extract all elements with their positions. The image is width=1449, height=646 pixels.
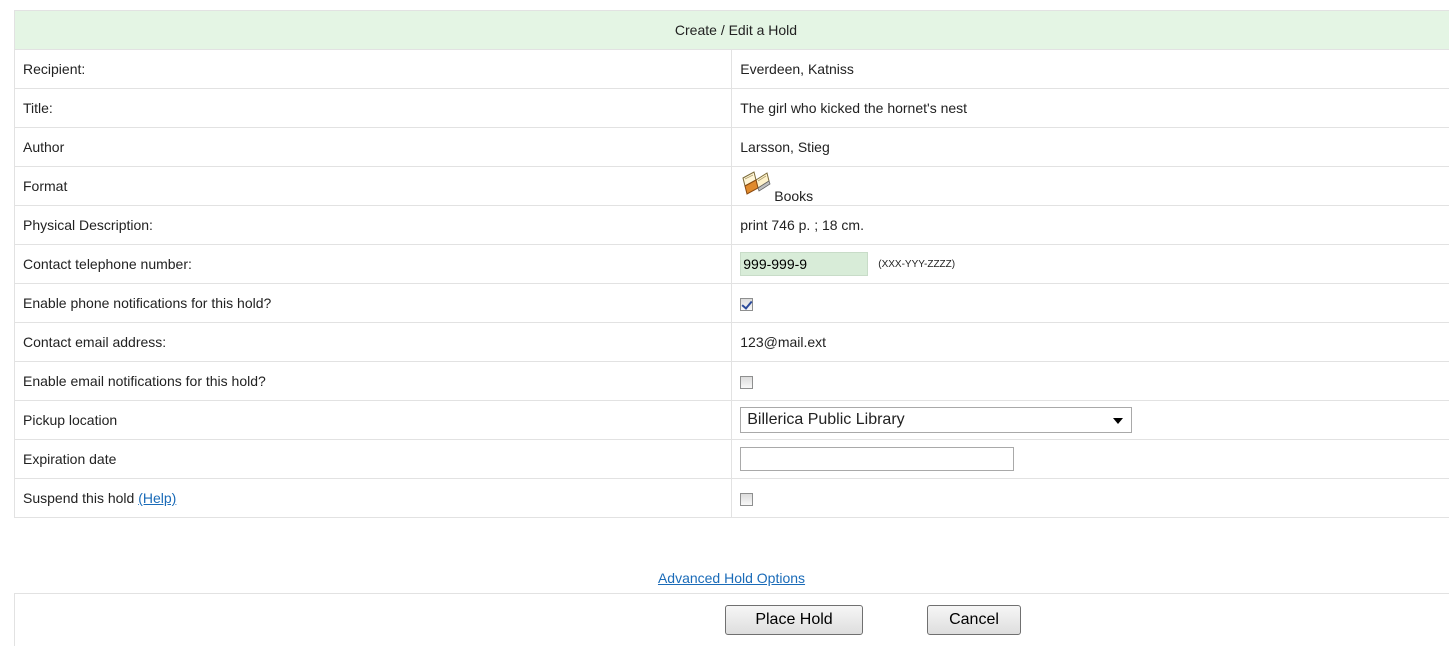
hold-header-row: Create / Edit a Hold [14, 10, 1449, 50]
hold-form: Create / Edit a Hold Recipient: Everdeen… [13, 10, 1449, 586]
phone-notify-row: Enable phone notifications for this hold… [13, 283, 1449, 323]
physical-description-row: Physical Description: print 746 p. ; 18 … [13, 205, 1449, 245]
email-notify-cell [731, 361, 1449, 401]
phone-cell: (XXX-YYY-ZZZZ) [731, 244, 1449, 284]
physical-description-label: Physical Description: [13, 205, 732, 245]
suspend-label-cell: Suspend this hold (Help) [13, 478, 732, 518]
phone-label: Contact telephone number: [13, 244, 732, 284]
title-label: Title: [13, 88, 732, 128]
suspend-row: Suspend this hold (Help) [13, 478, 1449, 518]
title-value: The girl who kicked the hornet's nest [731, 88, 1449, 128]
expiration-label: Expiration date [13, 439, 732, 479]
email-notify-checkbox[interactable] [740, 375, 754, 389]
suspend-cell [731, 478, 1449, 518]
expiration-cell [731, 439, 1449, 479]
email-label: Contact email address: [13, 322, 732, 362]
advanced-hold-options-link[interactable]: Advanced Hold Options [658, 570, 805, 586]
suspend-checkbox[interactable] [740, 492, 754, 506]
expiration-date-input[interactable] [740, 447, 1015, 471]
recipient-row: Recipient: Everdeen, Katniss [13, 49, 1449, 89]
format-value: Books [774, 188, 814, 204]
email-notify-label: Enable email notifications for this hold… [13, 361, 732, 401]
cancel-button[interactable]: Cancel [927, 605, 1021, 635]
hold-table: Create / Edit a Hold Recipient: Everdeen… [13, 10, 1449, 518]
email-value: 123@mail.ext [731, 322, 1449, 362]
author-value: Larsson, Stieg [731, 127, 1449, 167]
email-notify-row: Enable email notifications for this hold… [13, 361, 1449, 401]
physical-description-value: print 746 p. ; 18 cm. [731, 205, 1449, 245]
book-icon [740, 168, 772, 196]
advanced-options-container: Advanced Hold Options [14, 570, 1449, 586]
phone-notify-cell [731, 283, 1449, 323]
phone-row: Contact telephone number: (XXX-YYY-ZZZZ) [13, 244, 1449, 284]
phone-format-hint: (XXX-YYY-ZZZZ) [878, 258, 956, 270]
pickup-location-select[interactable]: Billerica Public Library [740, 407, 1133, 433]
pickup-location-value: Billerica Public Library [747, 411, 905, 428]
phone-input[interactable] [740, 252, 869, 276]
chevron-down-icon [1113, 418, 1124, 424]
recipient-value: Everdeen, Katniss [731, 49, 1449, 89]
pickup-cell: Billerica Public Library [731, 400, 1449, 440]
format-row: Format Books [13, 166, 1449, 206]
phone-notify-checkbox[interactable] [740, 297, 754, 311]
expiration-row: Expiration date [13, 439, 1449, 479]
author-row: Author Larsson, Stieg [13, 127, 1449, 167]
place-hold-button[interactable]: Place Hold [725, 605, 863, 635]
recipient-label: Recipient: [13, 49, 732, 89]
author-label: Author [13, 127, 732, 167]
email-row: Contact email address: 123@mail.ext [13, 322, 1449, 362]
form-title: Create / Edit a Hold [14, 10, 1449, 50]
suspend-help-link[interactable]: (Help) [138, 490, 176, 506]
format-cell: Books [731, 166, 1449, 206]
format-label: Format [13, 166, 732, 206]
pickup-row: Pickup location Billerica Public Library [13, 400, 1449, 440]
phone-notify-label: Enable phone notifications for this hold… [13, 283, 732, 323]
suspend-label: Suspend this hold [23, 490, 135, 506]
title-row: Title: The girl who kicked the hornet's … [13, 88, 1449, 128]
button-row: Place Hold Cancel [14, 593, 1449, 646]
pickup-label: Pickup location [13, 400, 732, 440]
